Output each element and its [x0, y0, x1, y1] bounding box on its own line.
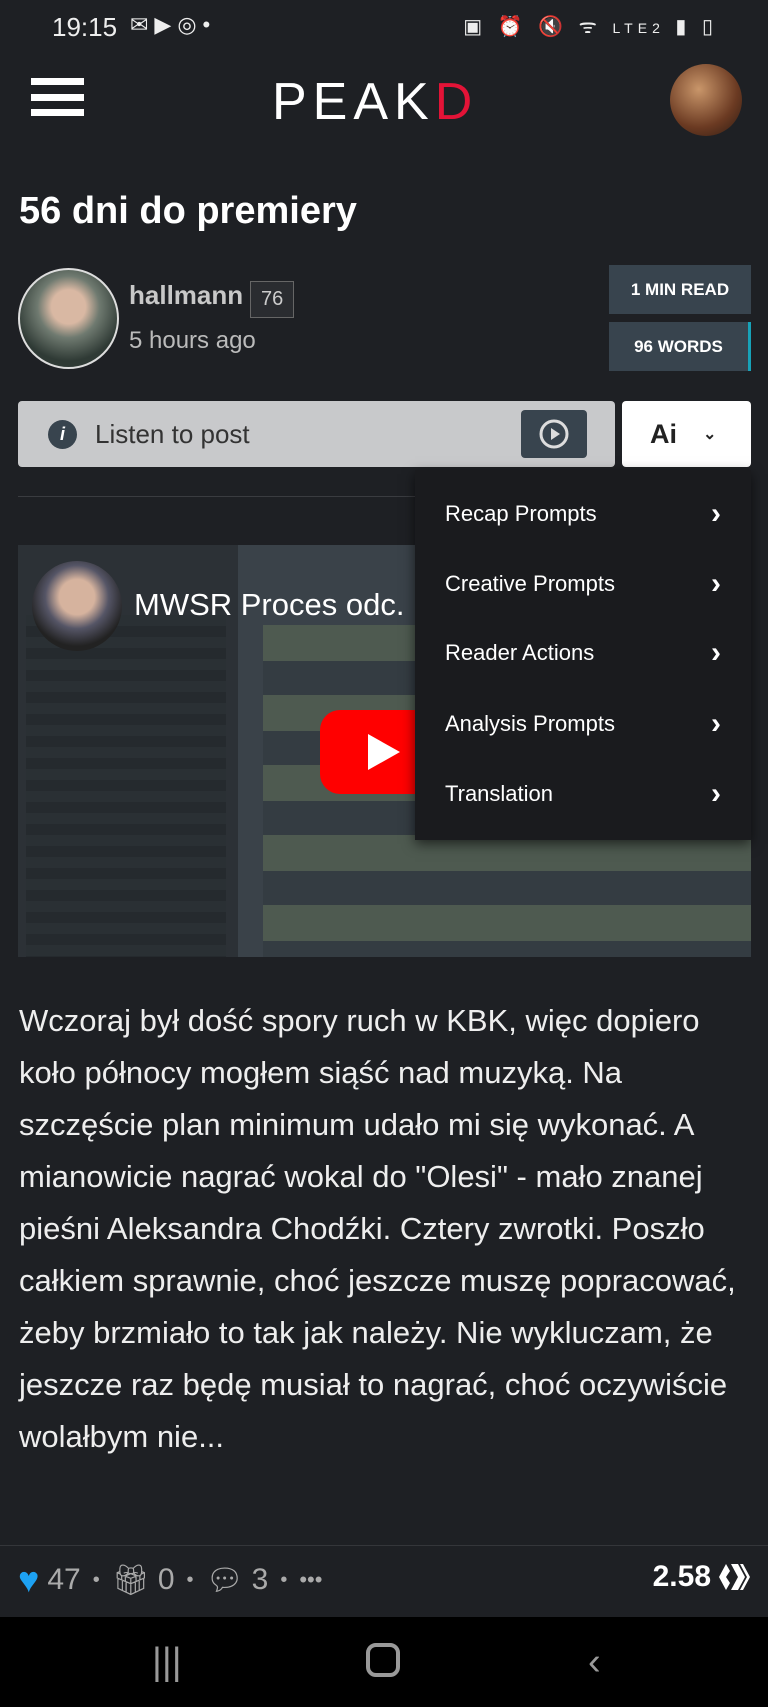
- comment-count[interactable]: 3: [252, 1563, 269, 1597]
- chevron-right-icon: ›: [711, 567, 721, 600]
- chevron-right-icon: ›: [711, 497, 721, 530]
- channel-avatar: [32, 561, 122, 651]
- menu-item-label: Translation: [445, 781, 554, 806]
- back-icon[interactable]: ‹: [588, 1641, 601, 1684]
- author-avatar[interactable]: [18, 268, 119, 369]
- separator: •: [280, 1568, 288, 1591]
- menu-item-label: Creative Prompts: [445, 571, 615, 596]
- separator: •: [186, 1568, 194, 1591]
- word-count-badge: 96 WORDS: [609, 322, 751, 371]
- network-label: LTE2: [612, 20, 665, 36]
- ai-dropdown-button[interactable]: Ai ⌄: [622, 401, 751, 467]
- chevron-right-icon: ›: [711, 777, 721, 810]
- menu-item-creative-prompts[interactable]: Creative Prompts ›: [445, 564, 721, 604]
- menu-item-translation[interactable]: Translation ›: [445, 774, 721, 814]
- payout-value: 2.58: [652, 1560, 711, 1593]
- gift-icon[interactable]: 🎁︎: [112, 1563, 150, 1598]
- video-title: MWSR Proces odc.: [134, 587, 405, 622]
- listen-to-post-bar[interactable]: i Listen to post: [18, 401, 615, 467]
- chevron-right-icon: ›: [711, 636, 721, 669]
- divider: [0, 1545, 768, 1546]
- menu-item-analysis-prompts[interactable]: Analysis Prompts ›: [445, 704, 721, 744]
- more-options-icon[interactable]: •••: [299, 1567, 322, 1593]
- tip-count[interactable]: 0: [158, 1563, 175, 1597]
- separator: •: [92, 1568, 100, 1591]
- info-icon: i: [48, 419, 77, 449]
- peakd-logo[interactable]: PEAKD: [272, 72, 478, 132]
- ai-label: Ai: [650, 418, 677, 449]
- post-actions: ♥ 47 • 🎁︎ 0 • 💬︎ 3 • •••: [18, 1559, 322, 1601]
- user-avatar[interactable]: [670, 64, 742, 136]
- browser-panel: [26, 615, 226, 957]
- post-title: 56 dni do premiery: [19, 190, 357, 232]
- android-nav-bar: ||| ‹: [0, 1617, 768, 1707]
- chevron-right-icon: ›: [711, 707, 721, 740]
- hive-icon: [719, 1564, 750, 1590]
- author-name[interactable]: hallmann: [129, 280, 243, 311]
- status-time: 19:15: [52, 12, 118, 42]
- listen-label: Listen to post: [95, 418, 250, 449]
- notification-icons: ✉▶◎•: [130, 12, 217, 37]
- play-button[interactable]: [521, 410, 587, 458]
- reputation-badge: 76: [250, 281, 295, 318]
- post-body: Wczoraj był dość spory ruch w KBK, więc …: [19, 1003, 736, 1454]
- system-icons: ▣ ⏰ 🔇 ᯤ LTE2 ▮ ▯: [463, 16, 718, 38]
- home-icon[interactable]: [366, 1643, 400, 1677]
- menu-item-label: Recap Prompts: [445, 501, 597, 526]
- menu-item-label: Reader Actions: [445, 640, 595, 665]
- play-circle-icon: [539, 419, 569, 449]
- ai-menu: Recap Prompts › Creative Prompts › Reader …: [415, 470, 751, 840]
- comment-icon[interactable]: 💬︎: [206, 1563, 244, 1598]
- menu-item-reader-actions[interactable]: Reader Actions ›: [445, 633, 721, 673]
- heart-icon[interactable]: ♥: [18, 1559, 39, 1601]
- recent-apps-icon[interactable]: |||: [152, 1641, 182, 1684]
- chevron-down-icon: ⌄: [703, 426, 717, 443]
- status-bar: 19:15 ✉▶◎• ▣ ⏰ 🔇 ᯤ LTE2 ▮ ▯: [0, 0, 768, 52]
- post-time: 5 hours ago: [129, 327, 256, 354]
- menu-item-recap-prompts[interactable]: Recap Prompts ›: [445, 494, 721, 534]
- vote-count[interactable]: 47: [47, 1563, 80, 1597]
- payout[interactable]: 2.58: [653, 1560, 751, 1594]
- menu-hamburger-icon[interactable]: [31, 78, 84, 116]
- read-time-badge: 1 MIN READ: [609, 265, 751, 314]
- menu-item-label: Analysis Prompts: [445, 711, 615, 736]
